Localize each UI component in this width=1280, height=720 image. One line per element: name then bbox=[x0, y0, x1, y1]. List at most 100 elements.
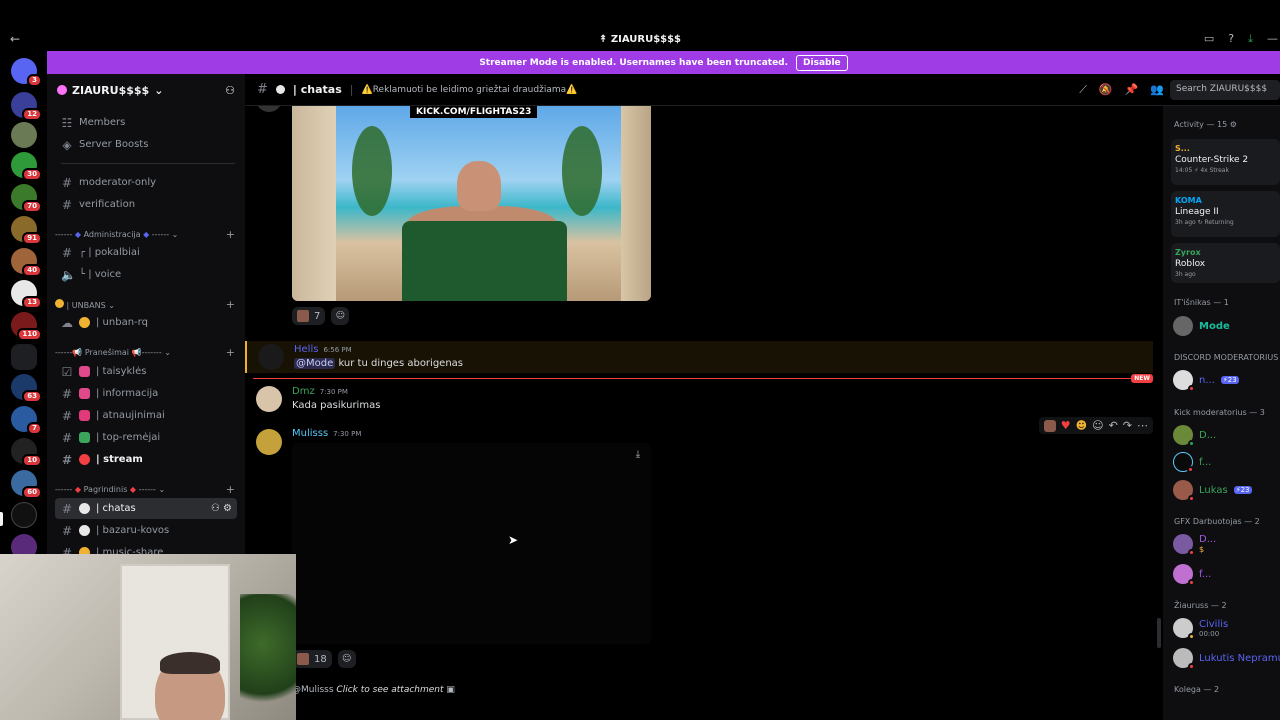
avatar bbox=[1173, 316, 1193, 336]
server-icon[interactable]: 70 bbox=[11, 184, 42, 213]
add-channel-icon[interactable]: + bbox=[226, 346, 235, 359]
download-icon[interactable]: ⤓ bbox=[631, 449, 645, 463]
member-item[interactable]: Mode bbox=[1173, 316, 1230, 336]
server-boosts-item[interactable]: ◈ Server Boosts bbox=[55, 134, 237, 155]
activity-card[interactable]: KOMA Lineage II 3h ago ↻ Returning bbox=[1171, 191, 1280, 237]
add-channel-icon[interactable]: + bbox=[226, 228, 235, 241]
add-reaction-icon[interactable]: ☺ bbox=[331, 307, 350, 325]
members-item[interactable]: ☷ Members bbox=[55, 112, 237, 133]
user-mention[interactable]: @Mode bbox=[294, 358, 336, 369]
help-icon[interactable]: ? bbox=[1228, 32, 1234, 46]
server-icon[interactable]: 110 bbox=[11, 312, 42, 341]
server-icon[interactable]: 13 bbox=[11, 280, 42, 309]
scrollbar[interactable] bbox=[1157, 618, 1161, 648]
member-item[interactable]: f... bbox=[1173, 452, 1212, 473]
video-attachment[interactable]: ⤓ ➤ bbox=[292, 443, 651, 644]
server-icon[interactable]: 63 bbox=[11, 374, 42, 403]
status-dot bbox=[1188, 633, 1195, 640]
category-unbans[interactable]: | UNBANS ⌄ + bbox=[55, 296, 237, 312]
avatar bbox=[1173, 370, 1195, 392]
channel-pokalbiai[interactable]: # ┌ | pokalbiai bbox=[55, 242, 237, 263]
role-header: Kick moderatorius — 3 bbox=[1174, 408, 1265, 417]
inbox-icon[interactable]: ▭ bbox=[1204, 32, 1214, 46]
download-icon[interactable]: ⤓ bbox=[1248, 32, 1253, 46]
channel-header: # | chatas | ⚠️Reklamuoti be leidimo gri… bbox=[245, 74, 1280, 106]
avatar[interactable] bbox=[256, 429, 282, 455]
channel-label: moderator-only bbox=[79, 177, 157, 188]
channel-topic[interactable]: ⚠️Reklamuoti be leidimo griežtai draudži… bbox=[361, 85, 577, 95]
server-icon[interactable]: 91 bbox=[11, 216, 42, 245]
discord-home-icon[interactable]: 3 bbox=[11, 58, 42, 87]
member-name: Lukas bbox=[1199, 484, 1228, 496]
channel-name: | chatas bbox=[292, 83, 342, 96]
reply-preview[interactable]: @Mulisss Click to see attachment ▣ bbox=[292, 685, 455, 695]
image-palm bbox=[352, 126, 392, 216]
member-item[interactable]: Lukas ⚡23 bbox=[1173, 480, 1252, 502]
member-item[interactable]: D... bbox=[1173, 425, 1216, 447]
folder-icon[interactable] bbox=[11, 344, 37, 370]
badge: 30 bbox=[22, 168, 42, 181]
channel-label: └ | voice bbox=[79, 269, 122, 280]
activity-card[interactable]: Zyrox Roblox 3h ago bbox=[1171, 243, 1280, 283]
channel-taisykles[interactable]: ☑ | taisyklės bbox=[55, 361, 237, 382]
add-channel-icon[interactable]: + bbox=[226, 298, 235, 311]
username[interactable]: Mulisss bbox=[292, 428, 328, 439]
server-boosts-label: Server Boosts bbox=[79, 139, 149, 150]
member-item[interactable]: D... $ bbox=[1173, 534, 1216, 556]
add-channel-icon[interactable]: + bbox=[226, 483, 235, 496]
active-server-pip bbox=[0, 512, 3, 526]
channel-top-remejai[interactable]: # | top-remėjai bbox=[55, 427, 237, 448]
category-pagrindinis[interactable]: ------ ◆ Pagrindinis ◆ ------ ⌄ + bbox=[55, 481, 237, 497]
pin-icon[interactable]: 📌 bbox=[1125, 83, 1139, 97]
server-icon[interactable]: 60 bbox=[11, 470, 42, 499]
reaction[interactable]: 18 bbox=[292, 650, 332, 668]
member-name: f... bbox=[1199, 456, 1212, 468]
server-icon[interactable]: 40 bbox=[11, 248, 42, 277]
channel-unban-rq[interactable]: ☁ | unban-rq bbox=[55, 312, 237, 333]
channel-chatas[interactable]: # | chatas ⚇ ⚙ bbox=[55, 498, 237, 519]
member-list-icon[interactable]: 👥 bbox=[1150, 83, 1164, 97]
avatar[interactable] bbox=[258, 344, 284, 370]
member-item[interactable]: Lukutis Nepramu bbox=[1173, 648, 1280, 670]
header-icons: ⟋ 🔕 📌 👥 bbox=[1079, 83, 1164, 97]
server-header[interactable]: ZIAURU$$$$ ⌄ ⚇ bbox=[47, 74, 245, 106]
channel-settings-icon[interactable]: ⚇ ⚙ bbox=[211, 503, 237, 514]
channel-informacija[interactable]: # | informacija bbox=[55, 383, 237, 404]
active-server-icon[interactable] bbox=[11, 502, 37, 528]
server-icon[interactable]: 7 bbox=[11, 406, 42, 435]
category-pranesimai[interactable]: ------📢 Pranešimai 📢------- ⌄ + bbox=[55, 344, 237, 360]
channel-voice[interactable]: 🔈 └ | voice bbox=[55, 264, 237, 285]
member-item[interactable]: f... bbox=[1173, 564, 1211, 586]
server-icon[interactable]: 30 bbox=[11, 152, 42, 181]
activity-card[interactable]: S... Counter-Strike 2 14:05 ⚡ 4x Streak bbox=[1171, 139, 1280, 185]
status-dot bbox=[1188, 440, 1195, 447]
channel-stream[interactable]: # | stream bbox=[55, 449, 237, 470]
avatar[interactable] bbox=[256, 386, 282, 412]
minimize-icon[interactable]: — bbox=[1267, 32, 1278, 46]
image-attachment[interactable]: KICK.COM/FLIGHTAS23 bbox=[292, 106, 651, 301]
badge: 3 bbox=[27, 74, 42, 87]
threads-icon[interactable]: ⟋ bbox=[1079, 83, 1087, 97]
disable-streamer-mode-button[interactable]: Disable bbox=[796, 54, 848, 71]
mute-bell-icon[interactable]: 🔕 bbox=[1099, 83, 1113, 97]
username[interactable]: Dmz bbox=[292, 386, 315, 397]
reactions: 18 ☺ bbox=[292, 650, 356, 668]
member-item[interactable]: Civilis 00:00 bbox=[1173, 618, 1228, 640]
server-icon[interactable]: 10 bbox=[11, 438, 42, 467]
server-icon[interactable] bbox=[11, 122, 37, 148]
channel-verification[interactable]: # verification bbox=[55, 194, 237, 215]
member-item[interactable]: n... ⚡23 bbox=[1173, 370, 1239, 392]
reaction[interactable]: 7 bbox=[292, 307, 326, 325]
category-administracija[interactable]: ------ ◆ Administracija ◆ ------ ⌄ + bbox=[55, 226, 237, 242]
add-member-icon[interactable]: ⚇ bbox=[225, 84, 235, 97]
add-reaction-icon[interactable]: ☺ bbox=[337, 650, 356, 668]
avatar bbox=[1173, 564, 1195, 586]
channel-moderator-only[interactable]: # moderator-only bbox=[55, 172, 237, 193]
search-input[interactable]: Search ZIAURU$$$$ bbox=[1170, 80, 1280, 100]
username[interactable]: Hells bbox=[294, 344, 318, 355]
channel-atnaujinimai[interactable]: # | atnaujinimai bbox=[55, 405, 237, 426]
avatar[interactable] bbox=[256, 106, 282, 112]
channel-bazaru-kovos[interactable]: # | bazaru-kovos bbox=[55, 520, 237, 541]
server-icon[interactable]: 12 bbox=[11, 92, 42, 121]
reply-mention[interactable]: @Mulisss bbox=[292, 685, 334, 695]
